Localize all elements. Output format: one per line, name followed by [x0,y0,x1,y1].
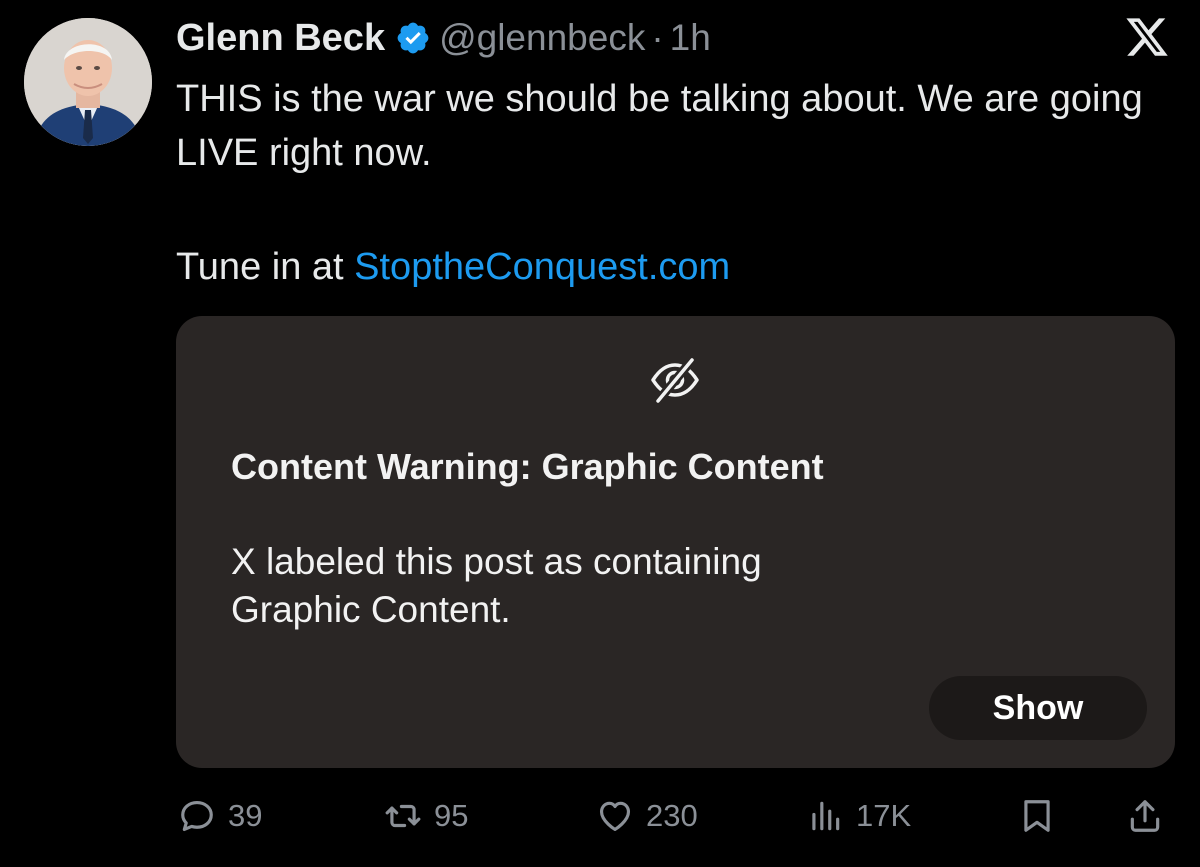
author-handle[interactable]: @glennbeck [439,17,645,59]
views-count: 17K [856,798,912,833]
post-actions-bar: 39 95 230 17K [0,788,1200,844]
separator-dot: · [651,17,664,58]
reply-button[interactable]: 39 [178,788,262,844]
warning-title: Content Warning: Graphic Content [231,446,824,487]
content-warning-card: Content Warning: Graphic Content X label… [176,316,1175,768]
warning-body: X labeled this post as containing Graphi… [231,541,762,630]
post-timestamp[interactable]: 1h [670,17,711,59]
share-icon [1130,800,1160,832]
author-name[interactable]: Glenn Beck [176,17,385,60]
avatar-photo [24,18,152,146]
post-header: Glenn Beck @glennbeck · 1h [176,12,711,64]
repost-count: 95 [434,798,469,833]
reply-icon [181,800,213,832]
x-logo-icon [1124,14,1170,60]
verified-badge-icon [395,20,431,56]
eye-off-icon [647,352,703,408]
reply-count: 39 [228,798,263,833]
tune-in-prefix: Tune in at [176,246,355,288]
like-count: 230 [646,798,698,833]
heart-icon [599,801,631,832]
post-text: THIS is the war we should be talking abo… [176,78,1143,174]
repost-icon [385,804,421,828]
avatar[interactable] [24,18,152,146]
views-icon [812,801,840,831]
like-button[interactable]: 230 [596,788,698,844]
share-button[interactable] [1126,788,1164,844]
post-text-link-line: Tune in at StoptheConquest.com [176,240,730,294]
repost-button[interactable]: 95 [384,788,468,844]
bookmark-icon [1024,800,1050,832]
post-link[interactable]: StoptheConquest.com [354,246,730,288]
show-button[interactable]: Show [929,676,1147,740]
bookmark-button[interactable] [1018,788,1056,844]
views-button[interactable]: 17K [806,788,911,844]
